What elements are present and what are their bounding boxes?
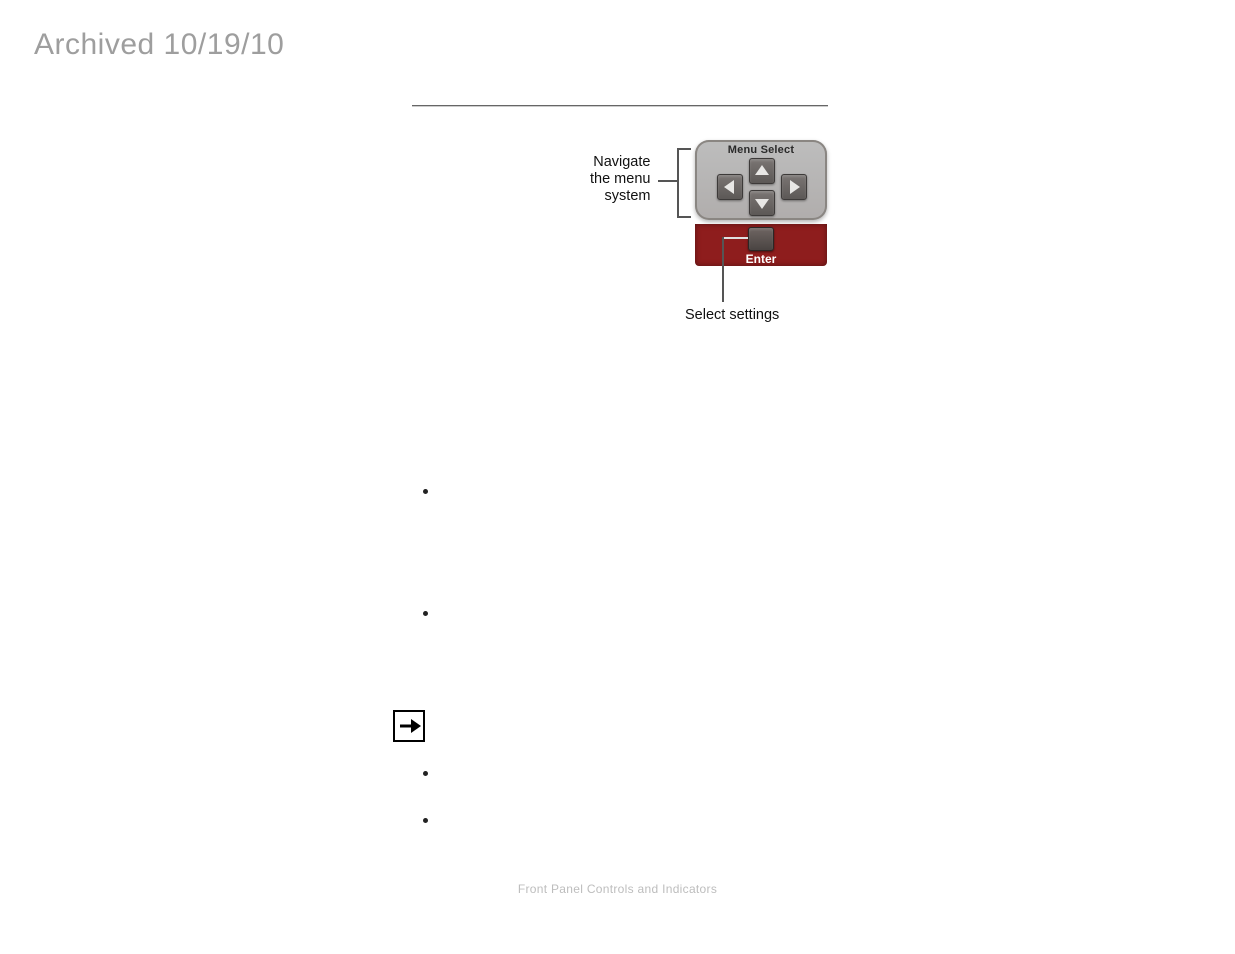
list-bullet bbox=[423, 489, 428, 494]
menu-select-panel: Menu Select bbox=[695, 140, 827, 220]
navigate-label-line3: system bbox=[605, 188, 651, 204]
list-bullet bbox=[423, 771, 428, 776]
menu-select-title: Menu Select bbox=[695, 144, 827, 156]
navigate-label: Navigate the menu system bbox=[590, 154, 650, 205]
archived-watermark: Archived 10/19/10 bbox=[34, 28, 284, 62]
enter-connector-v bbox=[722, 237, 724, 302]
arrow-left-icon bbox=[717, 174, 743, 200]
navigate-label-line2: the menu bbox=[590, 171, 650, 187]
page-content: Navigate the menu system Menu Select Ent… bbox=[395, 95, 845, 394]
enter-connector-h bbox=[722, 237, 748, 239]
select-settings-label: Select settings bbox=[685, 307, 779, 323]
menu-select-figure: Navigate the menu system Menu Select Ent… bbox=[395, 134, 845, 354]
bracket-left-dash bbox=[658, 180, 677, 182]
arrow-down-icon bbox=[749, 190, 775, 216]
bracket-left bbox=[677, 148, 691, 218]
enter-panel: Enter bbox=[695, 224, 827, 266]
page-footer: Front Panel Controls and Indicators bbox=[0, 882, 1235, 896]
top-rule bbox=[412, 105, 828, 106]
enter-label: Enter bbox=[695, 252, 827, 266]
arrow-up-icon bbox=[749, 158, 775, 184]
arrow-right-icon bbox=[781, 174, 807, 200]
note-arrow-icon bbox=[393, 710, 425, 742]
navigate-label-line1: Navigate bbox=[593, 154, 650, 170]
enter-button-icon bbox=[748, 227, 774, 251]
list-bullet bbox=[423, 611, 428, 616]
list-bullet bbox=[423, 818, 428, 823]
